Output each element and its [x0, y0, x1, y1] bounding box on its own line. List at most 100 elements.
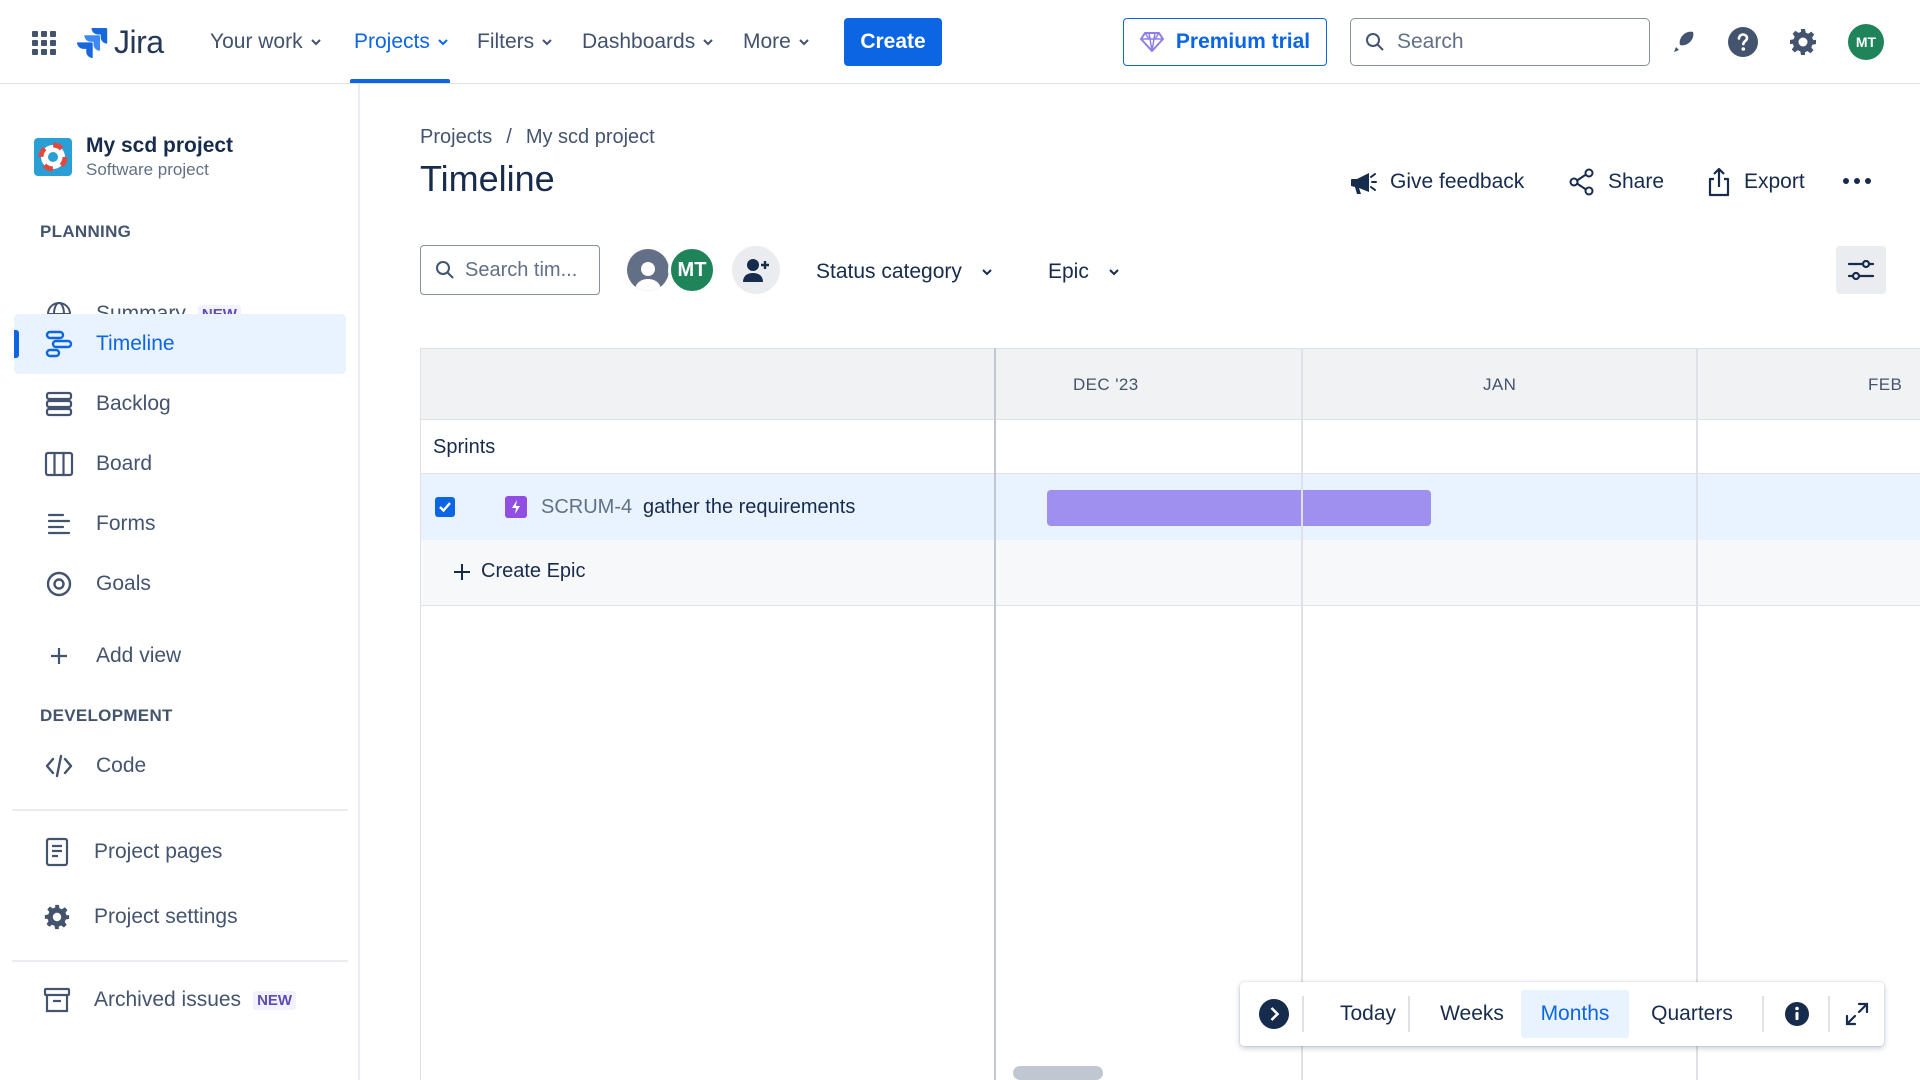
- help-icon[interactable]: [1725, 24, 1761, 60]
- export-label: Export: [1744, 170, 1805, 193]
- sidebar-item-project-settings[interactable]: Project settings: [14, 887, 346, 947]
- epic-checkbox[interactable]: [435, 497, 455, 517]
- months-button[interactable]: Months: [1521, 990, 1629, 1038]
- app-switcher-icon[interactable]: [30, 29, 58, 57]
- breadcrumb-projects[interactable]: Projects: [420, 126, 492, 149]
- collapse-toolbar-button[interactable]: [1250, 990, 1298, 1038]
- jira-logo[interactable]: Jira: [76, 22, 164, 62]
- chevron-right-circle-icon: [1259, 999, 1289, 1029]
- unassigned-avatar[interactable]: [624, 246, 672, 294]
- diamond-icon: [1139, 32, 1164, 52]
- user-avatar[interactable]: MT: [1848, 24, 1884, 60]
- sidebar-item-label: Forms: [96, 512, 156, 535]
- chevron-down-icon: [1109, 269, 1119, 276]
- status-category-label: Status category: [816, 260, 962, 283]
- assignee-avatar[interactable]: MT: [668, 246, 716, 294]
- breadcrumb-project[interactable]: My scd project: [526, 126, 655, 149]
- epic-dropdown[interactable]: Epic: [1048, 252, 1121, 292]
- sidebar-item-forms[interactable]: Forms: [14, 494, 346, 554]
- list-divider[interactable]: [994, 348, 996, 1080]
- sidebar-item-label: Backlog: [96, 392, 171, 415]
- status-category-dropdown[interactable]: Status category: [816, 252, 994, 292]
- check-icon: [439, 502, 451, 513]
- give-feedback-label: Give feedback: [1390, 170, 1525, 193]
- info-icon[interactable]: [1772, 990, 1822, 1038]
- sidebar-item-label: Project settings: [94, 905, 238, 928]
- create-epic-button[interactable]: Create Epic: [453, 560, 586, 583]
- chevron-down-icon: [799, 39, 809, 46]
- timeline-icon: [44, 329, 74, 359]
- chevron-down-icon: [438, 39, 448, 46]
- toolbar-divider: [1828, 996, 1830, 1032]
- timeline-search-placeholder: Search tim...: [465, 258, 578, 281]
- epic-key[interactable]: SCRUM-4: [541, 496, 632, 519]
- quarters-button[interactable]: Quarters: [1634, 990, 1750, 1038]
- sidebar-item-project-pages[interactable]: Project pages: [14, 822, 346, 882]
- sidebar-item-goals[interactable]: Goals: [14, 554, 346, 614]
- jira-logo-icon: [77, 28, 108, 58]
- weeks-button[interactable]: Weeks: [1420, 990, 1524, 1038]
- share-icon: [1569, 168, 1594, 196]
- premium-trial-button[interactable]: Premium trial: [1123, 18, 1327, 66]
- plus-icon: [454, 563, 470, 580]
- sidebar-item-label: Archived issues: [94, 988, 242, 1011]
- global-search-input[interactable]: Search: [1350, 18, 1650, 66]
- nav-dashboards[interactable]: Dashboards: [582, 22, 715, 62]
- add-people-button[interactable]: [732, 246, 780, 294]
- sidebar-item-backlog[interactable]: Backlog: [14, 374, 346, 434]
- backlog-icon: [44, 389, 74, 419]
- timeline-search-input[interactable]: Search tim...: [420, 245, 600, 295]
- horizontal-scrollbar[interactable]: [1013, 1066, 1103, 1080]
- share-label: Share: [1608, 170, 1665, 193]
- epic-timeline-bar[interactable]: [1047, 490, 1431, 526]
- breadcrumb: Projects / My scd project: [420, 126, 655, 149]
- month-label: FEB: [1868, 375, 1903, 394]
- export-button[interactable]: Export: [1706, 162, 1805, 202]
- sidebar-item-timeline[interactable]: Timeline: [14, 314, 346, 374]
- more-actions-icon[interactable]: [1842, 176, 1872, 186]
- notifications-icon[interactable]: [1666, 24, 1702, 60]
- create-epic-label: Create Epic: [481, 560, 586, 582]
- chevron-down-icon: [703, 39, 713, 46]
- breadcrumb-separator: /: [506, 126, 512, 148]
- premium-trial-label: Premium trial: [1175, 30, 1311, 53]
- nav-projects[interactable]: Projects: [354, 22, 450, 62]
- sidebar-item-archived-issues[interactable]: Archived issues NEW: [14, 970, 346, 1030]
- board-icon: [44, 449, 74, 479]
- person-icon: [635, 262, 661, 291]
- project-header[interactable]: My scd project Software project: [34, 134, 233, 180]
- sidebar-divider: [12, 960, 348, 962]
- new-badge: NEW: [253, 990, 297, 1010]
- sidebar-item-label: Code: [96, 754, 147, 777]
- sidebar-item-label: Board: [96, 452, 153, 475]
- sliders-icon: [1847, 259, 1875, 281]
- add-view-label: Add view: [96, 644, 182, 667]
- goals-icon: [44, 569, 74, 599]
- forms-icon: [44, 509, 74, 539]
- fullscreen-icon[interactable]: [1834, 990, 1880, 1038]
- nav-more[interactable]: More: [743, 22, 811, 62]
- timeline-zoom-toolbar: Today Weeks Months Quarters: [1240, 982, 1884, 1046]
- top-navigation: Jira Your work Projects Filters Dashboar…: [0, 0, 1920, 84]
- export-icon: [1708, 167, 1730, 197]
- nav-dashboards-label: Dashboards: [582, 30, 696, 53]
- nav-your-work[interactable]: Your work: [210, 22, 323, 62]
- create-button[interactable]: Create: [844, 18, 942, 66]
- archive-icon: [42, 985, 72, 1015]
- toolbar-divider: [1302, 996, 1304, 1032]
- project-sidebar: My scd project Software project PLANNING…: [0, 84, 360, 1080]
- view-settings-button[interactable]: [1836, 246, 1886, 294]
- timeline-grid: DEC '23 JAN FEB Sprints SCRUM-4 gather t…: [420, 348, 1920, 1080]
- code-icon: [44, 751, 74, 781]
- sidebar-item-board[interactable]: Board: [14, 434, 346, 494]
- plus-icon: [44, 641, 74, 671]
- sidebar-item-label: Project pages: [94, 840, 223, 863]
- add-view-button[interactable]: Add view: [14, 626, 346, 686]
- give-feedback-button[interactable]: Give feedback: [1348, 162, 1524, 202]
- sidebar-item-code[interactable]: Code: [14, 736, 346, 796]
- share-button[interactable]: Share: [1568, 162, 1664, 202]
- epic-summary[interactable]: gather the requirements: [643, 496, 855, 519]
- nav-projects-label: Projects: [354, 30, 430, 53]
- settings-gear-icon[interactable]: [1785, 24, 1821, 60]
- nav-filters[interactable]: Filters: [477, 22, 554, 62]
